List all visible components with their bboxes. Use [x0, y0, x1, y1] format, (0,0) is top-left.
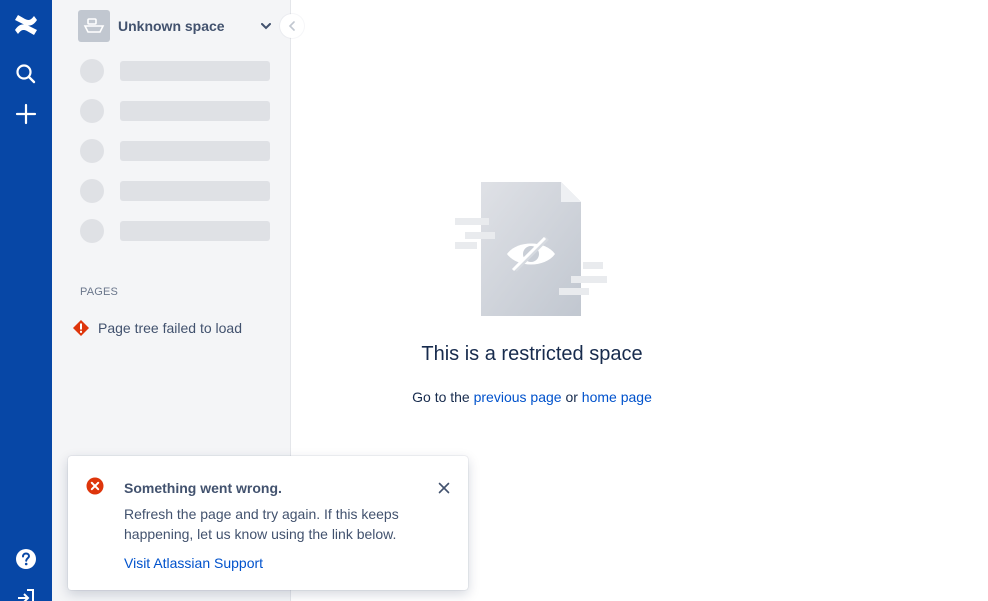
plus-icon[interactable]: [6, 96, 46, 132]
skeleton-bar: [120, 101, 270, 121]
space-avatar: [78, 10, 110, 42]
page-tree-error-text: Page tree failed to load: [98, 320, 242, 336]
skeleton-row: [80, 139, 270, 163]
skeleton-bar: [120, 221, 270, 241]
skeleton-circle: [80, 219, 104, 243]
confluence-logo-icon[interactable]: [6, 7, 46, 43]
global-nav-rail: [0, 0, 52, 601]
previous-page-link[interactable]: previous page: [474, 389, 562, 405]
collapse-sidebar-button[interactable]: [280, 14, 304, 38]
help-icon[interactable]: [6, 541, 46, 577]
page-tree-error: Page tree failed to load: [72, 319, 242, 337]
error-flag: Something went wrong. Refresh the page a…: [68, 456, 468, 590]
skeleton-bar: [120, 181, 270, 201]
restricted-document-illustration: [455, 180, 607, 320]
skeleton-row: [80, 219, 270, 243]
error-icon: [86, 477, 104, 495]
chevron-down-icon[interactable]: [258, 18, 274, 34]
space-switcher[interactable]: Unknown space: [78, 10, 274, 42]
skeleton-row: [80, 179, 270, 203]
sign-in-icon[interactable]: [6, 580, 46, 601]
error-flag-title: Something went wrong.: [124, 480, 282, 496]
skeleton-bar: [120, 141, 270, 161]
atlassian-support-link[interactable]: Visit Atlassian Support: [124, 555, 263, 571]
skeleton-circle: [80, 99, 104, 123]
chevron-left-icon: [288, 21, 295, 31]
boat-icon: [83, 18, 105, 33]
skeleton-bar: [120, 61, 270, 81]
space-name: Unknown space: [118, 18, 225, 34]
skeleton-row: [80, 59, 270, 83]
subtitle-prefix: Go to the: [412, 389, 470, 405]
home-page-link[interactable]: home page: [582, 389, 652, 405]
pages-heading: PAGES: [80, 286, 119, 298]
skeleton-row: [80, 99, 270, 123]
warning-icon: [73, 320, 89, 336]
restricted-space-subtitle: Go to the previous page or home page: [292, 389, 772, 405]
close-icon[interactable]: [434, 478, 454, 498]
error-flag-body: Refresh the page and try again. If this …: [124, 506, 399, 542]
skeleton-circle: [80, 139, 104, 163]
skeleton-circle: [80, 179, 104, 203]
skeleton-circle: [80, 59, 104, 83]
restricted-space-title: This is a restricted space: [421, 343, 643, 365]
subtitle-joiner: or: [565, 389, 578, 405]
search-icon[interactable]: [6, 56, 46, 92]
